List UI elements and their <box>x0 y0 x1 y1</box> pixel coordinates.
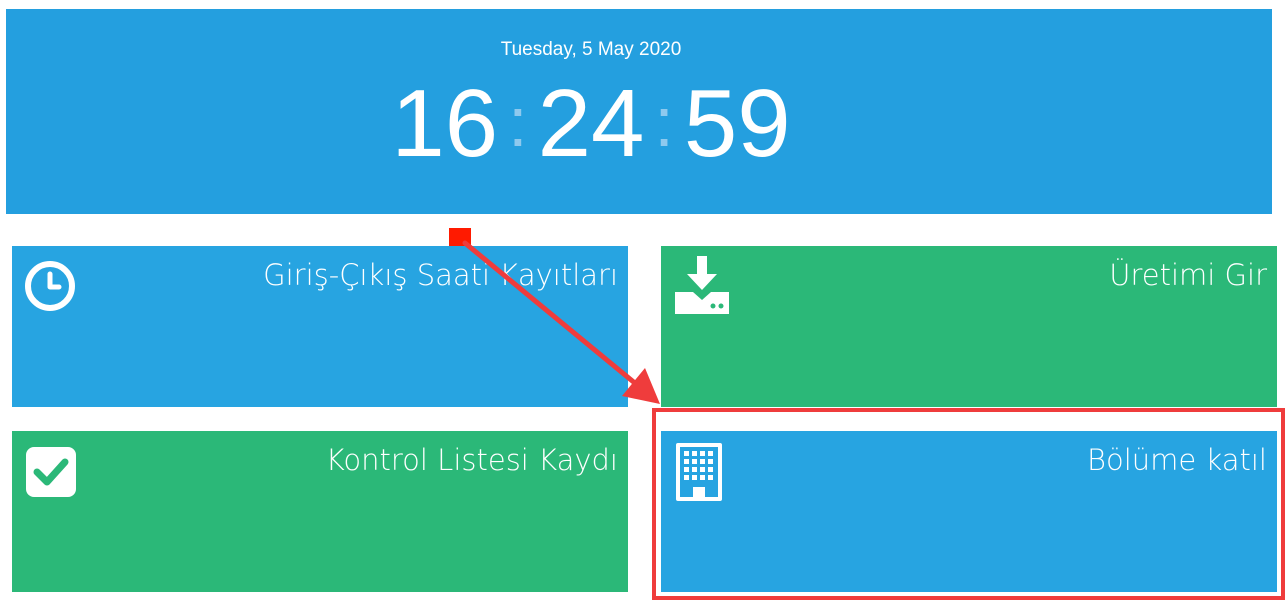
clock-date: Tuesday, 5 May 2020 <box>500 39 682 60</box>
tile-label: Kontrol Listesi Kaydı <box>325 443 618 477</box>
tile-join-department[interactable]: Bölüme katıl <box>661 431 1277 592</box>
tile-enter-production[interactable]: Üretimi Gir <box>661 246 1277 407</box>
clock-panel: Tuesday, 5 May 2020 16:24:59 <box>6 9 1272 214</box>
tile-checklist-record[interactable]: Kontrol Listesi Kaydı <box>12 431 628 592</box>
clock-time: 16:24:59 <box>6 67 1176 179</box>
tile-label: Üretimi Gir <box>1109 258 1267 292</box>
checkbox-icon <box>24 441 80 501</box>
clock-hours: 16 <box>391 70 499 177</box>
clock-seconds: 59 <box>683 70 791 177</box>
clock-minutes: 24 <box>537 70 645 177</box>
clock-separator: : <box>508 83 528 161</box>
clock-icon <box>24 256 80 316</box>
tile-attendance-records[interactable]: Giriş-Çıkış Saati Kayıtları <box>12 246 628 407</box>
download-icon <box>673 256 729 316</box>
annotation-marker <box>449 228 471 246</box>
building-icon <box>673 441 729 501</box>
tile-label: Giriş-Çıkış Saati Kayıtları <box>263 258 618 292</box>
tile-label: Bölüme katıl <box>1086 443 1267 477</box>
clock-separator: : <box>654 83 674 161</box>
